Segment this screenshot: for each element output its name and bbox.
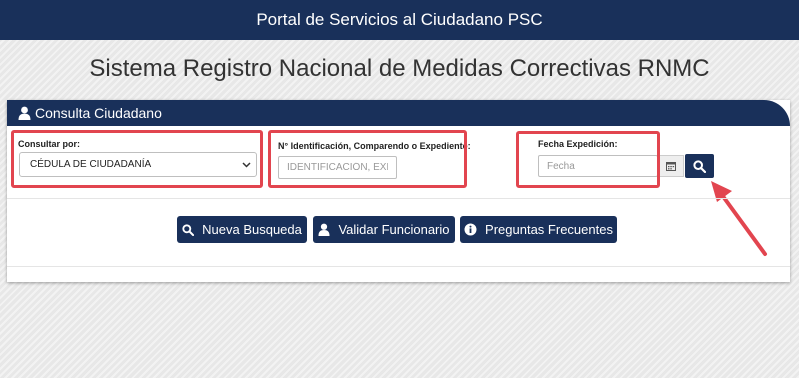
consulta-panel: Consulta Ciudadano [7, 100, 790, 282]
calendar-icon [666, 161, 676, 171]
calendar-button[interactable] [658, 155, 684, 177]
nueva-busqueda-button[interactable]: Nueva Busqueda [177, 216, 307, 243]
highlight-fecha [516, 131, 660, 188]
panel-title: Consulta Ciudadano [35, 105, 162, 121]
top-bar: Portal de Servicios al Ciudadano PSC [0, 0, 799, 40]
search-button[interactable] [685, 154, 714, 178]
page-title: Sistema Registro Nacional de Medidas Cor… [89, 55, 710, 82]
search-icon [182, 223, 195, 236]
user-icon [18, 106, 31, 120]
search-icon [693, 159, 706, 173]
arrow-annotation [711, 181, 767, 256]
validar-funcionario-button[interactable]: Validar Funcionario [313, 216, 455, 243]
validar-funcionario-label: Validar Funcionario [338, 222, 450, 237]
footer-divider [7, 266, 790, 267]
highlight-identificacion [268, 130, 467, 188]
panel-header: Consulta Ciudadano [7, 100, 790, 126]
nueva-busqueda-label: Nueva Busqueda [202, 222, 302, 237]
form-divider [7, 198, 790, 199]
user-icon [318, 223, 331, 236]
preguntas-frecuentes-button[interactable]: Preguntas Frecuentes [460, 216, 617, 243]
info-icon [464, 223, 477, 236]
highlight-consultar [11, 130, 263, 188]
preguntas-frecuentes-label: Preguntas Frecuentes [485, 222, 613, 237]
portal-title: Portal de Servicios al Ciudadano PSC [256, 10, 543, 29]
